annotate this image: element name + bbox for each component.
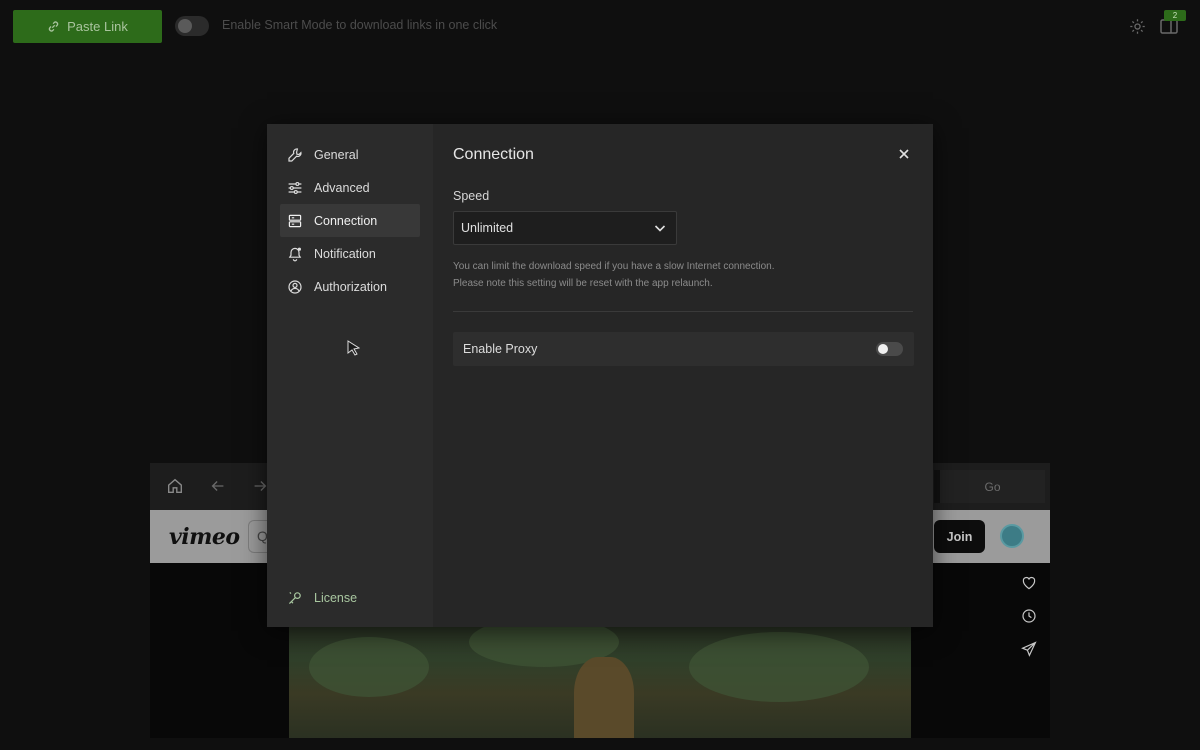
back-arrow-icon[interactable] (209, 477, 227, 495)
sidebar-item-license[interactable]: License (280, 581, 420, 614)
sidebar-item-general[interactable]: General (280, 138, 420, 171)
sidebar-item-label: License (314, 590, 358, 605)
speed-hint: You can limit the download speed if you … (453, 258, 775, 292)
settings-dialog: General Advanced Connection Notification… (267, 124, 933, 627)
wrench-icon (288, 147, 302, 162)
join-button[interactable]: Join (934, 520, 985, 553)
paste-link-button[interactable]: Paste Link (13, 10, 162, 43)
sidebar-item-authorization[interactable]: Authorization (280, 270, 420, 303)
send-icon[interactable] (1021, 641, 1037, 657)
sliders-icon (288, 181, 302, 194)
sidebar-item-label: Advanced (314, 180, 370, 195)
user-circle-icon (288, 279, 302, 294)
sidebar-item-connection[interactable]: Connection (280, 204, 420, 237)
page-title: Connection (453, 146, 534, 163)
go-button[interactable]: Go (940, 470, 1045, 503)
speed-select[interactable]: Unlimited (453, 211, 677, 245)
speed-select-value: Unlimited (461, 221, 514, 235)
key-icon (288, 591, 301, 604)
sidebar-item-advanced[interactable]: Advanced (280, 171, 420, 204)
gear-icon[interactable] (1129, 18, 1146, 35)
sidebar-item-label: Connection (314, 213, 378, 228)
toggle-knob (878, 344, 888, 354)
sidebar-item-label: Notification (314, 246, 376, 261)
bell-icon (288, 247, 302, 261)
clock-icon[interactable] (1021, 608, 1037, 624)
home-icon[interactable] (166, 477, 184, 495)
smart-mode-text: Enable Smart Mode to download links in o… (222, 18, 498, 32)
sidebar-item-label: Authorization (314, 279, 387, 294)
close-icon[interactable] (897, 147, 911, 161)
server-icon (288, 214, 302, 227)
video-thumbnail[interactable] (289, 627, 911, 738)
smart-mode-toggle[interactable] (175, 16, 209, 36)
proxy-label: Enable Proxy (463, 342, 538, 356)
settings-content: Connection Speed Unlimited You can limit… (433, 124, 933, 627)
top-toolbar: Paste Link Enable Smart Mode to download… (0, 0, 1200, 52)
heart-icon[interactable] (1021, 575, 1037, 591)
notification-badge: 2 (1164, 10, 1186, 21)
speed-label: Speed (453, 189, 490, 203)
avatar[interactable] (1000, 524, 1024, 548)
proxy-toggle[interactable] (876, 342, 903, 356)
sidebar-item-label: General (314, 147, 359, 162)
speed-hint-line1: You can limit the download speed if you … (453, 261, 775, 272)
chevron-down-icon (654, 225, 666, 232)
vimeo-logo[interactable]: vimeo (169, 524, 240, 550)
mouse-cursor-icon (347, 340, 360, 356)
link-icon (48, 21, 59, 32)
settings-sidebar: General Advanced Connection Notification… (267, 124, 433, 627)
speed-hint-line2: Please note this setting will be reset w… (453, 278, 713, 289)
divider (453, 311, 913, 312)
sidebar-item-notification[interactable]: Notification (280, 237, 420, 270)
paste-link-label: Paste Link (67, 19, 128, 34)
proxy-row: Enable Proxy (453, 332, 914, 366)
toggle-knob (178, 19, 192, 33)
